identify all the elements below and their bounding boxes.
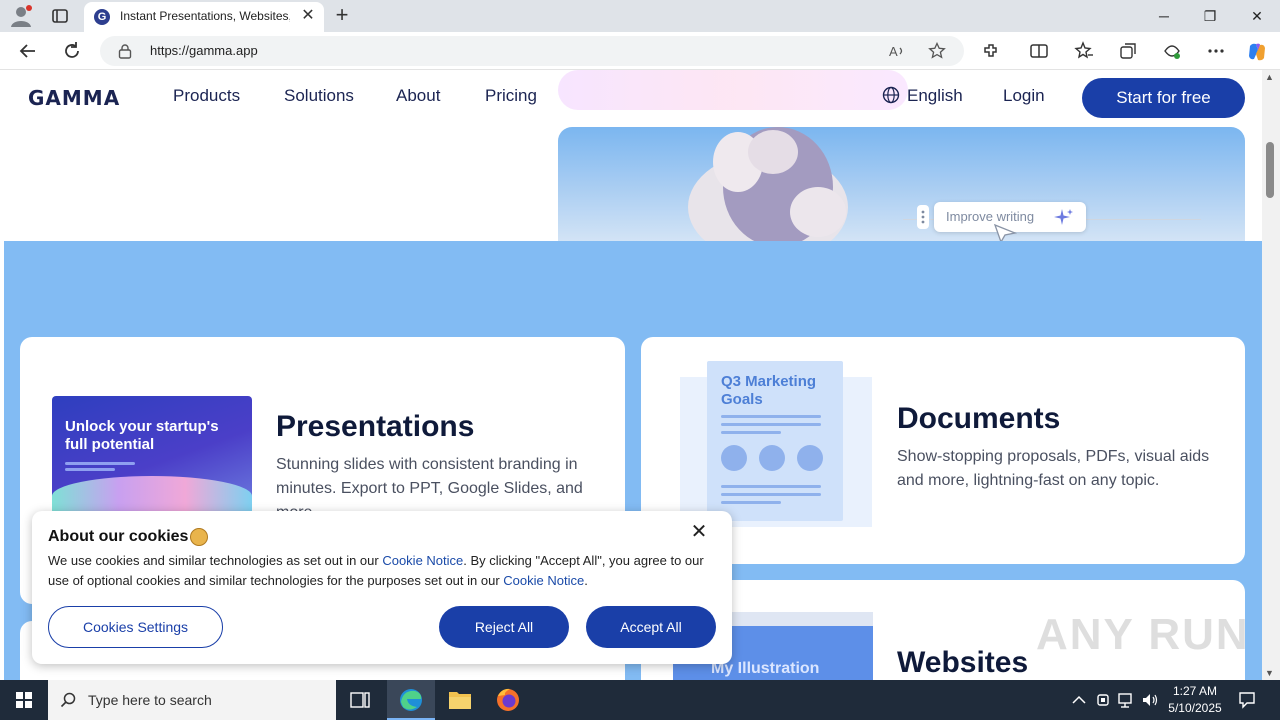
- clock-time: 1:27 AM: [1172, 684, 1218, 698]
- browser-tab-active[interactable]: G Instant Presentations, Websites, & ✕: [84, 2, 324, 32]
- login-link[interactable]: Login: [1003, 86, 1045, 106]
- cookie-text-part: .: [584, 573, 588, 588]
- thumb-line: [721, 501, 781, 504]
- refresh-icon[interactable]: [61, 40, 83, 62]
- extensions-icon[interactable]: [981, 41, 1001, 61]
- lock-icon[interactable]: [118, 43, 132, 59]
- system-clock[interactable]: 1:27 AM 5/10/2025: [1160, 683, 1230, 717]
- cloud-illustration: [688, 127, 848, 247]
- start-for-free-button[interactable]: Start for free: [1082, 78, 1245, 118]
- sparkle-icon: [1054, 207, 1074, 227]
- collections-icon[interactable]: [1118, 41, 1138, 61]
- edge-taskbar-icon[interactable]: [387, 680, 435, 720]
- page-scrollbar[interactable]: ▲ ▼: [1262, 70, 1280, 680]
- cookie-notice-link[interactable]: Cookie Notice: [382, 553, 463, 568]
- improve-writing-label: Improve writing: [946, 209, 1035, 224]
- cursor-icon: [993, 223, 1017, 243]
- cookie-title: About our cookies: [48, 528, 189, 545]
- cookies-settings-button[interactable]: Cookies Settings: [48, 606, 223, 648]
- accept-all-button[interactable]: Accept All: [586, 606, 716, 648]
- documents-description: Show-stopping proposals, PDFs, visual ai…: [897, 448, 1210, 489]
- cookie-text-part: We use cookies and similar technologies …: [48, 553, 383, 568]
- nav-about[interactable]: About: [396, 86, 440, 106]
- web-page: GAMMA Products Solutions About Pricing E…: [0, 70, 1262, 680]
- thumb-line: [721, 423, 821, 426]
- hero-glow: [558, 70, 908, 110]
- tab-title: Instant Presentations, Websites, &: [120, 9, 290, 23]
- minimize-button[interactable]: ─: [1152, 4, 1176, 28]
- presentations-heading: Presentations: [276, 410, 475, 443]
- globe-icon[interactable]: [882, 86, 900, 104]
- thumb-line: [721, 485, 821, 488]
- network-icon[interactable]: [1117, 690, 1135, 710]
- more-options-icon[interactable]: [1206, 41, 1226, 61]
- pie-chart-icon: [759, 445, 785, 471]
- copilot-icon[interactable]: [1246, 41, 1266, 61]
- nav-products[interactable]: Products: [173, 86, 240, 106]
- cookie-dialog: About our cookies ✕ We use cookies and s…: [32, 511, 732, 664]
- cookie-text: We use cookies and similar technologies …: [48, 551, 720, 591]
- volume-icon[interactable]: [1141, 690, 1159, 710]
- url-bar[interactable]: https://gamma.app A: [100, 36, 964, 66]
- firefox-icon[interactable]: [484, 680, 532, 720]
- thumb-wave: [52, 476, 252, 516]
- restore-button[interactable]: ❐: [1198, 4, 1222, 28]
- url-text[interactable]: https://gamma.app: [150, 43, 258, 58]
- websites-thumb-title: My Illustration: [711, 660, 820, 677]
- usb-device-icon[interactable]: [1094, 690, 1112, 710]
- favorite-star-icon[interactable]: [928, 41, 946, 60]
- documents-heading: Documents: [897, 402, 1061, 435]
- documents-thumb-title: Q3 Marketing Goals: [721, 373, 817, 408]
- websites-heading: Websites: [897, 646, 1029, 679]
- presentations-thumb-title: Unlock your startup's full potential: [65, 418, 219, 453]
- window-close-button[interactable]: ✕: [1245, 4, 1269, 28]
- scroll-down-icon[interactable]: ▼: [1265, 668, 1274, 678]
- pie-chart-icon: [721, 445, 747, 471]
- nav-solutions[interactable]: Solutions: [284, 86, 354, 106]
- tab-actions-icon[interactable]: [50, 6, 70, 26]
- windows-taskbar: Type here to search 1:27 AM 5/10/2025: [0, 680, 1280, 720]
- gamma-favicon-icon: G: [94, 9, 110, 25]
- favorites-icon[interactable]: [1074, 41, 1094, 61]
- anyrun-watermark: ANY RUN: [1036, 610, 1250, 659]
- drag-handle-icon[interactable]: [917, 205, 929, 229]
- browser-essentials-icon[interactable]: [1162, 41, 1182, 61]
- new-tab-button[interactable]: +: [332, 4, 352, 26]
- back-arrow-icon[interactable]: [17, 40, 39, 62]
- cookie-emoji-icon: [190, 528, 208, 546]
- pie-chart-icon: [797, 445, 823, 471]
- show-hidden-icons-icon[interactable]: [1070, 690, 1088, 710]
- thumb-line: [721, 431, 781, 434]
- thumb-line: [721, 493, 821, 496]
- presentations-thumbnail: Unlock your startup's full potential: [52, 396, 252, 516]
- reject-all-button[interactable]: Reject All: [439, 606, 569, 648]
- documents-thumbnail: Q3 Marketing Goals: [707, 361, 843, 521]
- search-icon: [60, 692, 76, 708]
- search-placeholder: Type here to search: [88, 692, 212, 708]
- windows-start-icon[interactable]: [0, 680, 48, 720]
- thumb-line: [721, 415, 821, 418]
- language-selector[interactable]: English: [907, 86, 963, 106]
- file-explorer-icon[interactable]: [436, 680, 484, 720]
- taskbar-search[interactable]: Type here to search: [48, 680, 336, 720]
- task-view-icon[interactable]: [336, 680, 384, 720]
- profile-avatar-icon[interactable]: [8, 4, 34, 28]
- scroll-up-icon[interactable]: ▲: [1265, 72, 1274, 82]
- thumb-line: [65, 468, 115, 471]
- hero-image: Improve writing: [558, 127, 1245, 247]
- svg-text:A: A: [889, 44, 898, 59]
- thumb-line: [65, 462, 135, 465]
- cookie-close-icon[interactable]: ✕: [688, 521, 710, 543]
- address-toolbar: https://gamma.app A: [0, 32, 1280, 70]
- read-aloud-icon[interactable]: A: [888, 42, 906, 60]
- tab-close-icon[interactable]: ✕: [300, 7, 316, 25]
- nav-pricing[interactable]: Pricing: [485, 86, 537, 106]
- split-screen-icon[interactable]: [1029, 41, 1049, 61]
- scrollbar-thumb[interactable]: [1266, 142, 1274, 198]
- cookie-notice-link[interactable]: Cookie Notice: [503, 573, 584, 588]
- clock-date: 5/10/2025: [1168, 701, 1222, 715]
- browser-tab-bar: G Instant Presentations, Websites, & ✕ +…: [0, 0, 1280, 32]
- gamma-logo[interactable]: GAMMA: [28, 86, 120, 110]
- notifications-icon[interactable]: [1238, 690, 1256, 710]
